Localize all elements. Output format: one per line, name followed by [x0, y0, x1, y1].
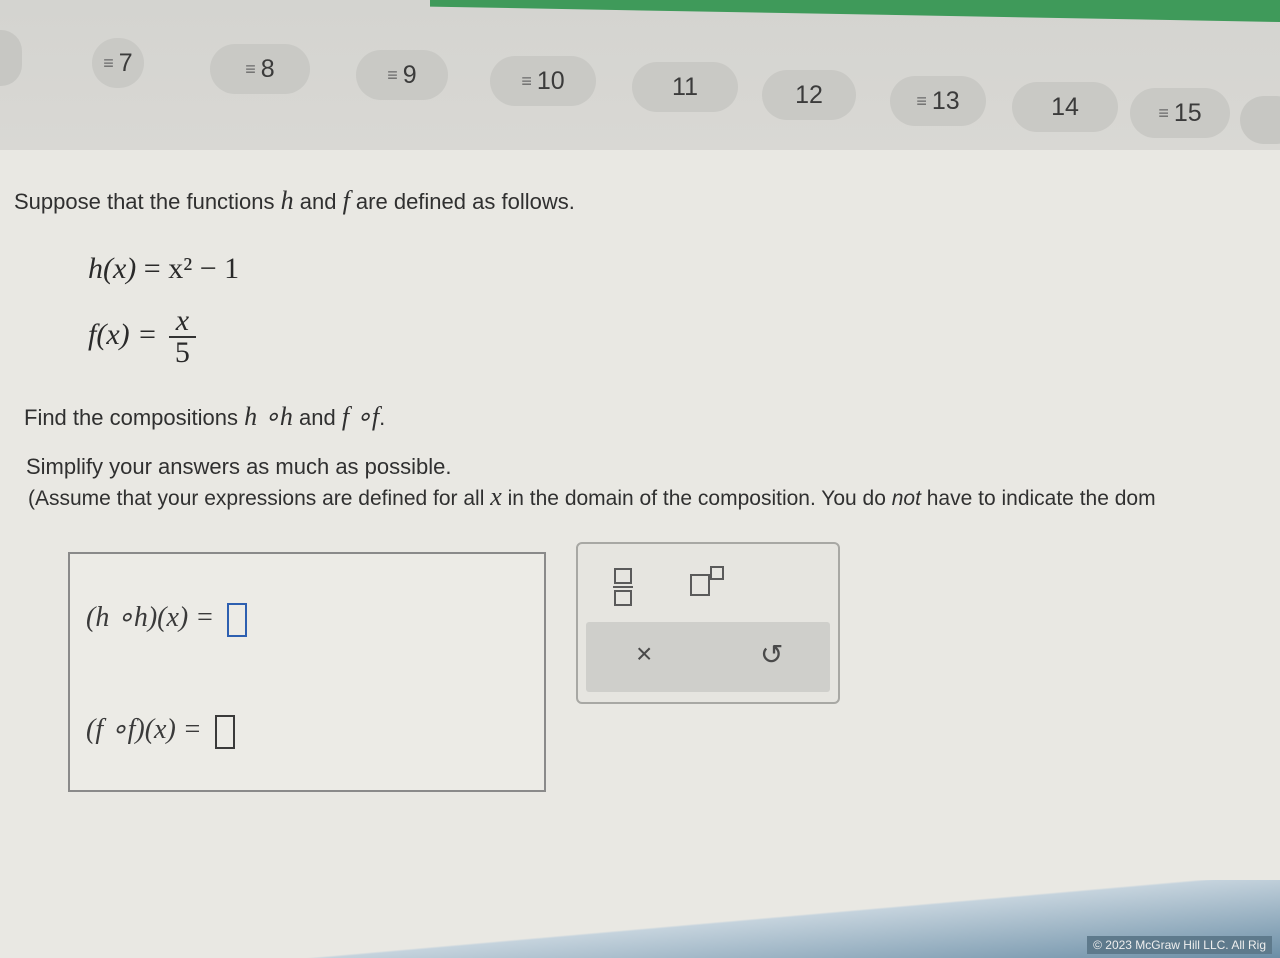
fraction-icon [612, 568, 634, 606]
find-instruction: Find the compositions h ∘h and f ∘f. [24, 402, 386, 431]
math-toolbox: × ↺ [576, 542, 840, 704]
exponent-button[interactable] [690, 566, 726, 596]
toolbox-actions: × ↺ [586, 622, 830, 692]
simplify-instruction: Simplify your answers as much as possibl… [26, 454, 452, 479]
h-definition: h(x) = x² − 1 [88, 252, 240, 285]
fraction-button[interactable] [612, 568, 634, 606]
ff-answer-row: (f ∘f)(x) = [86, 712, 235, 749]
undo-button[interactable]: ↺ [760, 638, 783, 671]
ff-answer-input[interactable] [214, 714, 235, 749]
hh-answer-input[interactable] [227, 602, 248, 637]
answer-area: (h ∘h)(x) = (f ∘f)(x) = [68, 552, 546, 792]
f-definition: f(x) = x 5 [88, 306, 196, 368]
superscript-icon [690, 566, 726, 596]
assumption-instruction: (Assume that your expressions are define… [28, 482, 1156, 511]
problem-intro: Suppose that the functions h and f are d… [14, 186, 575, 215]
hh-answer-row: (h ∘h)(x) = [86, 600, 248, 637]
f-fraction: x 5 [168, 306, 196, 368]
copyright-notice: © 2023 McGraw Hill LLC. All Rig [1087, 936, 1272, 954]
clear-button[interactable]: × [636, 638, 652, 670]
